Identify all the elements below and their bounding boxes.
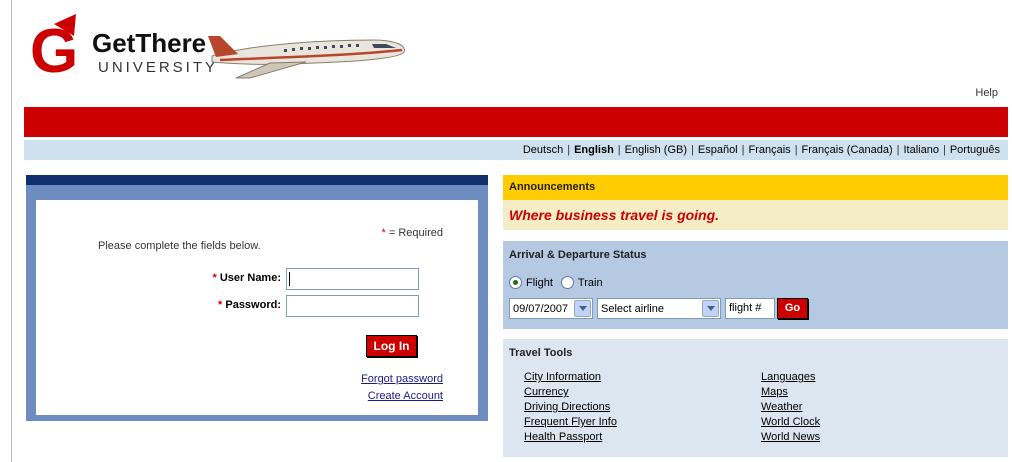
list-item: Maps: [761, 385, 820, 400]
username-label: * User Name:: [161, 272, 281, 284]
airline-select-value: Select airline: [601, 302, 664, 315]
date-select-value: 09/07/2007: [513, 302, 569, 315]
getthere-university-logo: G GetThere UNIVERSITY: [30, 14, 405, 84]
password-field[interactable]: [286, 295, 419, 317]
lang-francais[interactable]: Français: [749, 144, 791, 156]
status-controls: 09/07/2007 Select airline flight # Go: [509, 298, 808, 319]
tool-link-frequent-flyer-info[interactable]: Frequent Flyer Info: [524, 416, 617, 428]
create-account-link[interactable]: Create Account: [368, 390, 443, 402]
tool-link-city-information[interactable]: City Information: [524, 371, 601, 383]
lang-separator: |: [691, 144, 694, 156]
airline-select[interactable]: Select airline: [597, 298, 721, 319]
required-note-text: = Required: [385, 227, 443, 239]
list-item: Languages: [761, 370, 820, 385]
lang-francais-canada[interactable]: Français (Canada): [802, 144, 893, 156]
required-star: *: [212, 272, 217, 284]
forgot-password-link[interactable]: Forgot password: [361, 373, 443, 385]
logo-subtext: UNIVERSITY: [98, 59, 218, 76]
list-item: World News: [761, 430, 820, 445]
train-radio[interactable]: [560, 276, 574, 289]
lang-espanol[interactable]: Español: [698, 144, 738, 156]
list-item: Currency: [524, 385, 617, 400]
travel-tools-list-left: City Information Currency Driving Direct…: [524, 370, 617, 445]
lang-separator: |: [942, 144, 946, 156]
login-panel: * = Required Please complete the fields …: [26, 175, 488, 421]
username-field[interactable]: [286, 268, 419, 290]
required-star: *: [218, 299, 223, 311]
flight-radio-label[interactable]: Flight: [526, 277, 553, 289]
lang-deutsch[interactable]: Deutsch: [523, 144, 563, 156]
announcements-title: Announcements: [503, 175, 1008, 200]
login-button[interactable]: Log In: [366, 335, 417, 357]
arrival-departure-panel: Arrival & Departure Status Flight Train …: [503, 241, 1008, 329]
lang-separator: |: [896, 144, 900, 156]
page-left-border: [11, 0, 12, 462]
login-instructions: Please complete the fields below.: [98, 240, 261, 252]
lang-italiano[interactable]: Italiano: [904, 144, 939, 156]
list-item: Health Passport: [524, 430, 617, 445]
lang-separator: |: [617, 144, 621, 156]
lang-english[interactable]: English: [574, 144, 614, 156]
text-cursor: [289, 272, 290, 286]
lang-english-gb[interactable]: English (GB): [625, 144, 687, 156]
lang-separator: |: [741, 144, 745, 156]
travel-tools-panel: Travel Tools City Information Currency D…: [503, 339, 1008, 457]
tool-link-driving-directions[interactable]: Driving Directions: [524, 401, 610, 413]
tool-link-world-news[interactable]: World News: [761, 431, 820, 443]
username-label-text: User Name:: [219, 272, 281, 284]
tool-link-world-clock[interactable]: World Clock: [761, 416, 820, 428]
login-form: * = Required Please complete the fields …: [36, 200, 478, 415]
required-note: * = Required: [382, 227, 443, 239]
list-item: Driving Directions: [524, 400, 617, 415]
airplane-icon: [208, 36, 405, 79]
travel-tools-list-right: Languages Maps Weather World Clock World…: [761, 370, 820, 445]
chevron-down-icon[interactable]: [702, 300, 719, 317]
list-item: City Information: [524, 370, 617, 385]
tool-link-health-passport[interactable]: Health Passport: [524, 431, 602, 443]
flight-number-input[interactable]: flight #: [725, 298, 775, 319]
tool-link-languages[interactable]: Languages: [761, 371, 815, 383]
list-item: Weather: [761, 400, 820, 415]
go-button[interactable]: Go: [777, 298, 808, 319]
password-label: * Password:: [161, 299, 281, 311]
train-radio-label[interactable]: Train: [578, 277, 603, 289]
list-item: Frequent Flyer Info: [524, 415, 617, 430]
language-bar: Deutsch | English | English (GB) | Español | Fra…: [24, 140, 1008, 160]
help-link[interactable]: Help: [975, 87, 998, 99]
lang-separator: |: [567, 144, 571, 156]
announcements-message: Where business travel is going.: [503, 200, 1008, 230]
date-select[interactable]: 09/07/2007: [509, 298, 593, 319]
travel-tools-title: Travel Tools: [509, 347, 573, 359]
tool-link-maps[interactable]: Maps: [761, 386, 788, 398]
list-item: World Clock: [761, 415, 820, 430]
tool-link-weather[interactable]: Weather: [761, 401, 802, 413]
arrival-departure-title: Arrival & Departure Status: [509, 249, 647, 261]
password-label-text: Password:: [225, 299, 281, 311]
mode-radio-group: Flight Train: [509, 276, 611, 289]
chevron-down-icon[interactable]: [574, 300, 591, 317]
logo-wordmark: GetThere: [92, 28, 206, 58]
flight-radio[interactable]: [509, 276, 522, 289]
header-red-bar: [24, 107, 1008, 137]
tool-link-currency[interactable]: Currency: [524, 386, 569, 398]
lang-separator: |: [794, 144, 798, 156]
lang-portugues[interactable]: Português: [950, 144, 1000, 156]
